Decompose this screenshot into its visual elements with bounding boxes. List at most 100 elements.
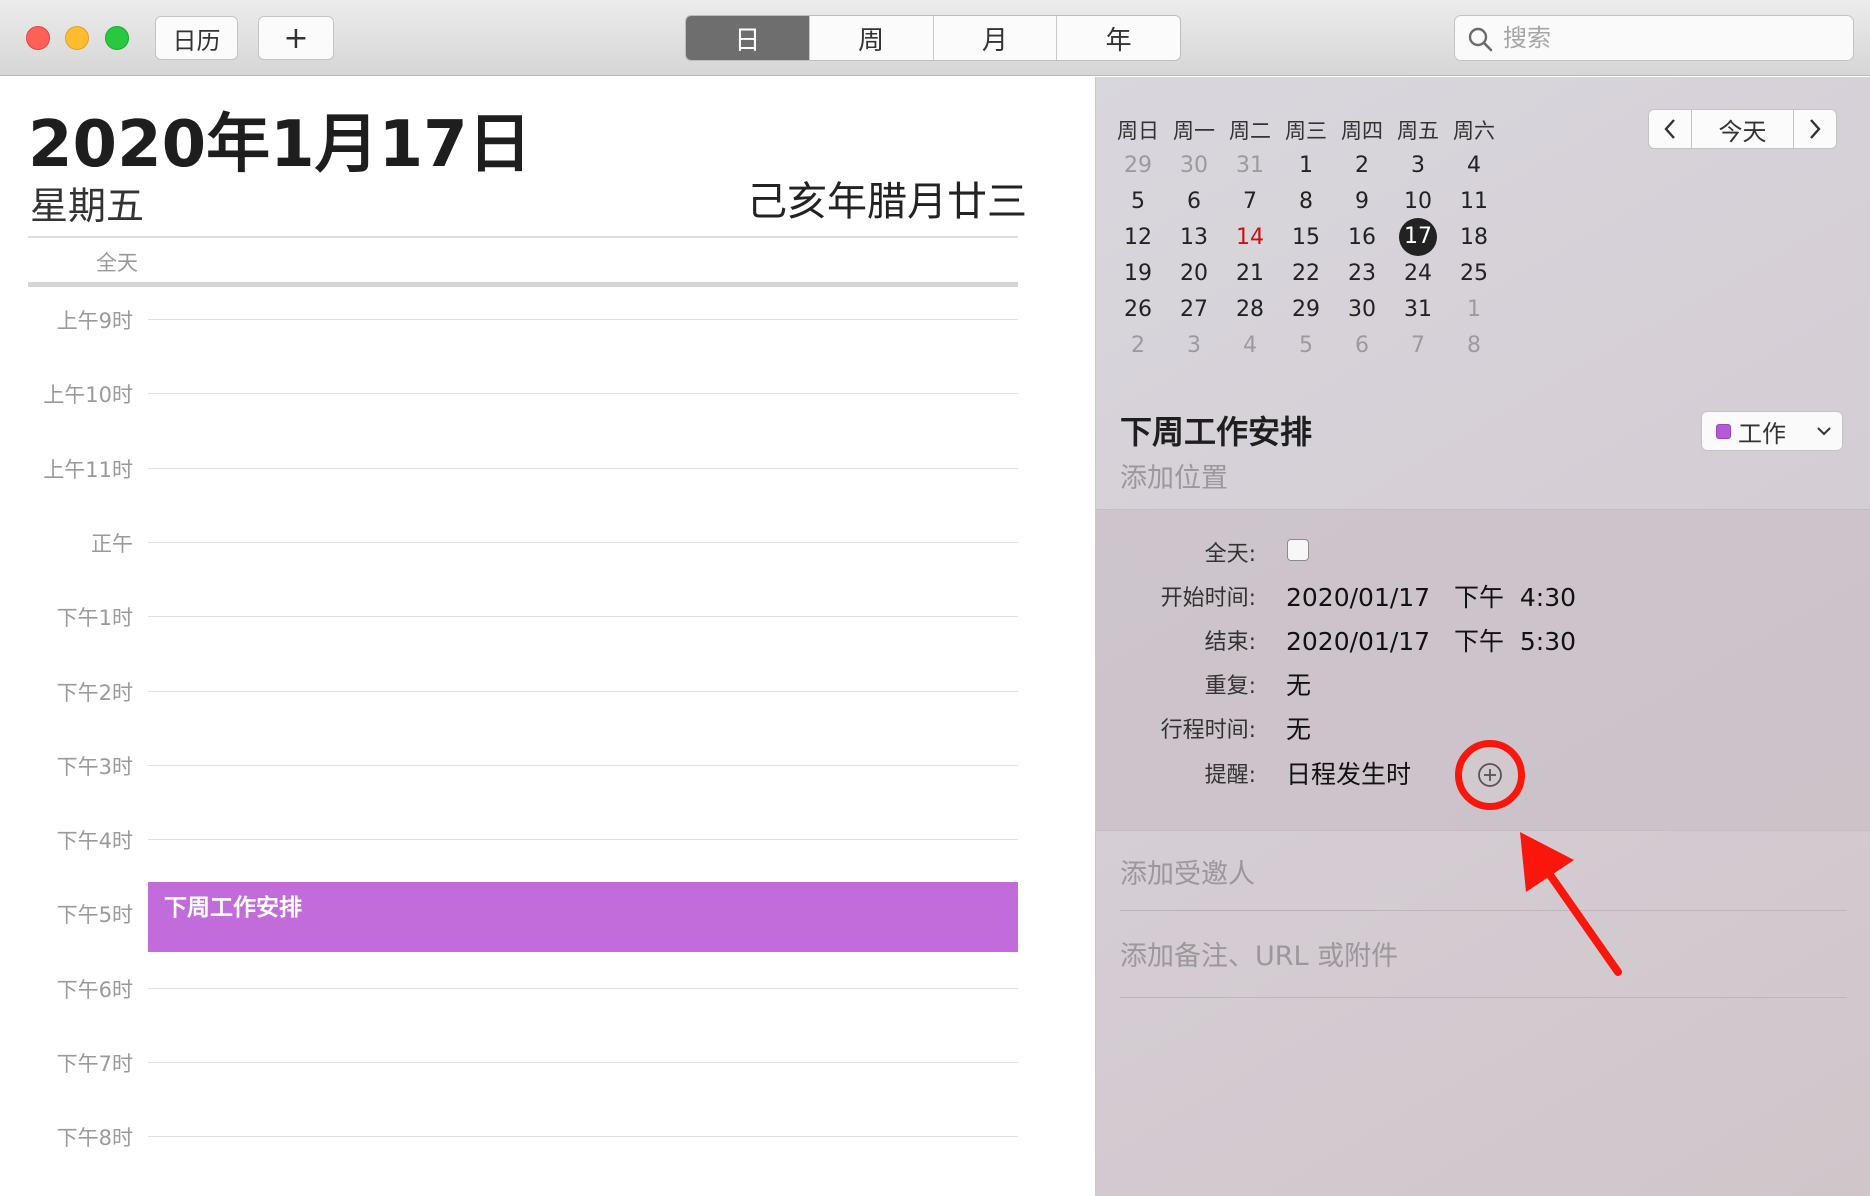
mini-calendar-day[interactable]: 4 <box>1222 333 1278 358</box>
mini-calendar-day[interactable]: 21 <box>1222 261 1278 286</box>
event-title-field[interactable]: 下周工作安排 <box>1120 407 1312 453</box>
day-number: 29 <box>1292 296 1320 322</box>
mini-calendar-day[interactable]: 5 <box>1278 333 1334 358</box>
next-day-button[interactable] <box>1793 109 1837 149</box>
mini-calendar-day[interactable]: 12 <box>1110 225 1166 250</box>
mini-calendar-day[interactable]: 1 <box>1278 153 1334 178</box>
tab-week[interactable]: 周 <box>808 16 933 60</box>
calendars-button[interactable]: 日历 <box>155 16 238 60</box>
end-date-field[interactable]: 2020/01/17 下午 5:30 <box>1286 622 1576 658</box>
mini-calendar-day[interactable]: 25 <box>1446 261 1502 286</box>
day-number: 17 <box>1399 218 1437 256</box>
mini-calendar-day[interactable]: 30 <box>1166 153 1222 178</box>
hour-row: 下午7时 <box>0 1048 1020 1078</box>
mini-calendar-day[interactable]: 28 <box>1222 297 1278 322</box>
mini-calendar-day[interactable]: 3 <box>1166 333 1222 358</box>
previous-day-button[interactable] <box>1648 109 1692 149</box>
mini-calendar-week: 2 3 4 5 6 7 8 <box>1110 327 1502 363</box>
mini-calendar-day[interactable]: 9 <box>1334 189 1390 214</box>
mini-calendar-day[interactable]: 7 <box>1222 189 1278 214</box>
mini-calendar-day[interactable]: 8 <box>1278 189 1334 214</box>
travel-time-value[interactable]: 无 <box>1286 710 1311 746</box>
hour-label: 下午2时 <box>56 681 133 705</box>
mini-calendar-day[interactable]: 8 <box>1446 333 1502 358</box>
mini-calendar-day[interactable]: 7 <box>1390 333 1446 358</box>
allday-row: 全天: <box>1096 530 1870 568</box>
day-number: 19 <box>1124 260 1152 286</box>
mini-calendar-day[interactable]: 16 <box>1334 225 1390 250</box>
mini-calendar-day[interactable]: 13 <box>1166 225 1222 250</box>
mini-calendar-week: 19 20 21 22 23 24 25 <box>1110 255 1502 291</box>
add-notes-field[interactable]: 添加备注、URL 或附件 <box>1120 934 1398 973</box>
mini-calendar-day[interactable]: 18 <box>1446 225 1502 250</box>
mini-calendar-day[interactable]: 6 <box>1334 333 1390 358</box>
hour-gridline <box>148 1136 1018 1137</box>
day-number: 3 <box>1411 152 1425 178</box>
day-number: 24 <box>1404 260 1432 286</box>
tab-month[interactable]: 月 <box>932 16 1057 60</box>
start-date-field[interactable]: 2020/01/17 下午 4:30 <box>1286 578 1576 614</box>
hour-gridline <box>148 1062 1018 1063</box>
mini-calendar-day[interactable]: 30 <box>1334 297 1390 322</box>
hour-row: 下午3时 <box>0 751 1020 781</box>
mini-calendar-day[interactable]: 27 <box>1166 297 1222 322</box>
mini-calendar-day[interactable]: 23 <box>1334 261 1390 286</box>
day-number: 1 <box>1467 296 1481 322</box>
zoom-window-button[interactable] <box>105 26 129 50</box>
weekday-header: 周六 <box>1453 119 1495 143</box>
mini-calendar-day[interactable]: 3 <box>1390 153 1446 178</box>
day-number: 27 <box>1180 296 1208 322</box>
hour-row: 下午1时 <box>0 602 1020 632</box>
day-number: 2 <box>1355 152 1369 178</box>
mini-calendar-day[interactable]: 29 <box>1278 297 1334 322</box>
mini-calendar-day[interactable]: 31 <box>1390 297 1446 322</box>
weekday-header: 周五 <box>1397 119 1439 143</box>
mini-calendar-day[interactable]: 1 <box>1446 297 1502 322</box>
mini-calendar-day[interactable]: 4 <box>1446 153 1502 178</box>
mini-calendar-day-selected[interactable]: 17 <box>1390 218 1446 256</box>
hour-label: 上午10时 <box>43 383 133 407</box>
mini-calendar-day[interactable]: 15 <box>1278 225 1334 250</box>
minimize-window-button[interactable] <box>65 26 89 50</box>
tab-year[interactable]: 年 <box>1056 16 1180 60</box>
allday-checkbox[interactable] <box>1287 539 1309 561</box>
add-alert-button[interactable] <box>1455 740 1525 810</box>
hour-label: 上午11时 <box>43 458 133 482</box>
day-number: 31 <box>1236 152 1264 178</box>
mini-calendar-day[interactable]: 6 <box>1166 189 1222 214</box>
plus-circle-icon <box>1478 763 1502 787</box>
search-field[interactable] <box>1454 15 1854 61</box>
add-event-button[interactable]: + <box>258 16 334 60</box>
today-button[interactable]: 今天 <box>1691 109 1794 149</box>
mini-calendar-day[interactable]: 5 <box>1110 189 1166 214</box>
day-number: 7 <box>1243 188 1257 214</box>
alert-value[interactable]: 日程发生时 <box>1286 755 1411 791</box>
calendar-select[interactable]: 工作 <box>1701 411 1843 451</box>
start-ampm: 下午 <box>1453 583 1504 612</box>
tab-day[interactable]: 日 <box>686 16 809 60</box>
mini-calendar-day[interactable]: 10 <box>1390 189 1446 214</box>
calendar-color-swatch <box>1716 423 1731 439</box>
mini-calendar-day[interactable]: 19 <box>1110 261 1166 286</box>
search-input[interactable] <box>1501 16 1841 60</box>
mini-calendar-day[interactable]: 24 <box>1390 261 1446 286</box>
allday-label: 全天: <box>1204 542 1256 567</box>
hour-label: 下午8时 <box>56 1126 133 1150</box>
mini-calendar-day[interactable]: 2 <box>1110 333 1166 358</box>
mini-calendar-day[interactable]: 11 <box>1446 189 1502 214</box>
mini-calendar-day[interactable]: 14 <box>1222 225 1278 250</box>
mini-calendar-day[interactable]: 31 <box>1222 153 1278 178</box>
mini-calendar-day[interactable]: 2 <box>1334 153 1390 178</box>
add-invitees-field[interactable]: 添加受邀人 <box>1120 852 1255 891</box>
event-block[interactable]: 下周工作安排 <box>148 882 1018 952</box>
repeat-value[interactable]: 无 <box>1286 666 1311 702</box>
chevron-down-icon <box>1817 427 1831 436</box>
mini-calendar-day[interactable]: 20 <box>1166 261 1222 286</box>
hour-row: 上午11时 <box>0 454 1020 484</box>
mini-calendar-day[interactable]: 22 <box>1278 261 1334 286</box>
add-location-field[interactable]: 添加位置 <box>1120 456 1228 495</box>
close-window-button[interactable] <box>26 26 50 50</box>
mini-calendar-day[interactable]: 29 <box>1110 153 1166 178</box>
end-time-label: 结束: <box>1204 630 1256 655</box>
mini-calendar-day[interactable]: 26 <box>1110 297 1166 322</box>
